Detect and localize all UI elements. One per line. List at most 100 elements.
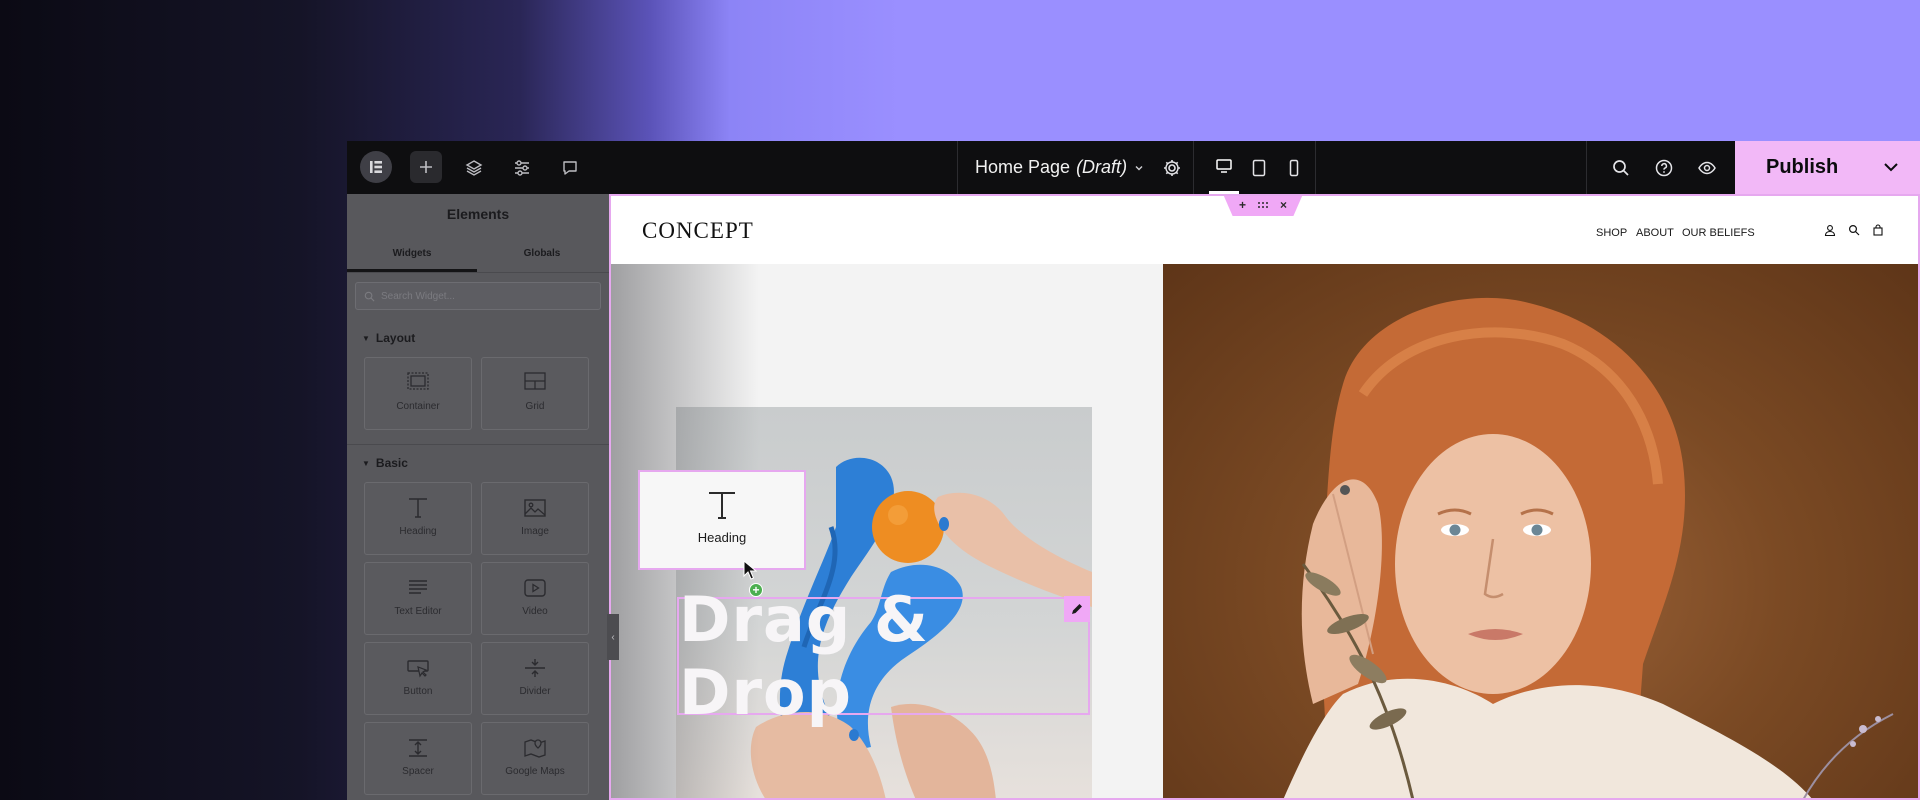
top-bar: Home Page (Draft) Publish xyxy=(347,141,1920,194)
eye-icon xyxy=(1698,161,1716,174)
widget-divider[interactable]: Divider xyxy=(481,642,589,715)
page-status: (Draft) xyxy=(1076,157,1128,177)
search-icon xyxy=(1613,159,1629,176)
sliders-icon xyxy=(515,159,529,176)
video-icon xyxy=(524,579,546,597)
button-icon xyxy=(407,660,429,678)
text-editor-icon xyxy=(409,580,427,594)
desktop-icon xyxy=(1216,159,1232,173)
divider xyxy=(957,141,958,194)
add-section-icon[interactable]: + xyxy=(1239,198,1246,212)
hero-portrait-image[interactable] xyxy=(1163,264,1920,800)
mobile-icon xyxy=(1289,159,1299,176)
widget-label: Container xyxy=(396,401,440,412)
widget-text-editor[interactable]: Text Editor xyxy=(364,562,472,635)
panel-title: Elements xyxy=(446,206,510,222)
search-icon[interactable] xyxy=(1848,224,1860,236)
widget-label: Text Editor xyxy=(394,606,442,617)
mouse-cursor-icon xyxy=(743,560,758,580)
elementor-logo-button[interactable] xyxy=(360,151,392,183)
caret-down-icon: ▼ xyxy=(362,458,370,468)
image-icon xyxy=(524,499,546,517)
editor-canvas[interactable]: CONCEPT SHOP ABOUT OUR BELIEFS + × Drag … xyxy=(609,194,1920,800)
heading-widget[interactable]: Drag & Drop xyxy=(677,583,1090,729)
delete-section-icon[interactable]: × xyxy=(1280,198,1287,212)
section-handle[interactable]: + × xyxy=(1223,194,1303,216)
comment-icon xyxy=(563,160,577,175)
mobile-view-button[interactable] xyxy=(1279,141,1309,194)
page-title-dropdown[interactable]: Home Page (Draft) xyxy=(975,141,1145,194)
widget-container[interactable]: Container xyxy=(364,357,472,430)
dragged-heading-widget[interactable]: Heading xyxy=(638,470,806,570)
nav-link-about[interactable]: ABOUT xyxy=(1636,227,1674,239)
edit-widget-button[interactable] xyxy=(1064,596,1090,622)
page-name: Home Page xyxy=(975,157,1071,177)
add-element-button[interactable] xyxy=(410,151,442,183)
desktop-view-button[interactable] xyxy=(1209,141,1239,194)
heading-icon xyxy=(409,498,427,518)
widget-search[interactable] xyxy=(355,282,601,310)
widget-video[interactable]: Video xyxy=(481,562,589,635)
divider xyxy=(347,444,609,445)
widget-label: Grid xyxy=(525,401,545,412)
chevron-left-icon: ‹ xyxy=(611,631,615,643)
layers-icon xyxy=(465,159,483,176)
publish-button[interactable]: Publish xyxy=(1735,141,1920,194)
widget-button[interactable]: Button xyxy=(364,642,472,715)
heading-text[interactable]: Drag & Drop xyxy=(679,583,1088,729)
widget-label: Heading xyxy=(399,526,437,537)
shopping-bag-icon[interactable] xyxy=(1872,224,1884,236)
user-icon[interactable] xyxy=(1824,224,1836,236)
caret-down-icon: ▼ xyxy=(362,333,370,343)
widget-grid[interactable]: Grid xyxy=(481,357,589,430)
search-input[interactable] xyxy=(381,290,581,302)
elementor-logo-icon xyxy=(370,161,382,173)
page-settings-button[interactable] xyxy=(1155,141,1189,194)
widget-spacer[interactable]: Spacer xyxy=(364,722,472,795)
search-button[interactable] xyxy=(1604,141,1638,194)
widget-label: Image xyxy=(521,526,549,537)
site-logo[interactable]: CONCEPT xyxy=(642,218,754,244)
site-settings-button[interactable] xyxy=(505,141,539,194)
drag-handle-icon[interactable] xyxy=(1257,201,1269,209)
widget-label: Button xyxy=(403,686,433,697)
divider-icon xyxy=(525,659,545,677)
widget-image[interactable]: Image xyxy=(481,482,589,555)
editor-window: Home Page (Draft) Publish Elements Widge… xyxy=(347,141,1920,800)
tab-globals[interactable]: Globals xyxy=(477,234,607,272)
widget-label: Divider xyxy=(519,686,551,697)
collapse-panel-button[interactable]: ‹ xyxy=(607,614,619,660)
section-layout-toggle[interactable]: ▼ Layout xyxy=(362,331,415,345)
chevron-down-icon[interactable] xyxy=(1881,157,1901,177)
section-basic-toggle[interactable]: ▼ Basic xyxy=(362,456,408,470)
divider xyxy=(1315,141,1316,194)
widget-google-maps[interactable]: Google Maps xyxy=(481,722,589,795)
pencil-icon xyxy=(1072,604,1082,614)
spacer-icon xyxy=(409,739,427,757)
chevron-down-icon xyxy=(1135,165,1143,170)
widget-heading[interactable]: Heading xyxy=(364,482,472,555)
preview-button[interactable] xyxy=(1690,141,1724,194)
plus-icon xyxy=(420,161,432,173)
portrait-photo xyxy=(1283,297,1894,800)
tablet-icon xyxy=(1252,159,1266,176)
tablet-view-button[interactable] xyxy=(1244,141,1274,194)
heading-icon xyxy=(709,492,735,519)
widget-label: Spacer xyxy=(402,766,434,777)
nav-link-shop[interactable]: SHOP xyxy=(1596,227,1627,239)
section-label: Layout xyxy=(375,331,416,345)
grid-icon xyxy=(524,372,546,390)
section-label: Basic xyxy=(375,456,408,470)
elements-panel: Elements Widgets Globals ▼ Layout Contai… xyxy=(347,194,609,800)
nav-link-our-beliefs[interactable]: OUR BELIEFS xyxy=(1682,227,1755,239)
divider xyxy=(1586,141,1587,194)
help-icon xyxy=(1655,159,1673,176)
search-icon xyxy=(364,291,375,301)
widget-label: Video xyxy=(522,606,548,617)
tab-widgets[interactable]: Widgets xyxy=(347,234,477,272)
help-button[interactable] xyxy=(1647,141,1681,194)
drop-indicator-plus-icon: + xyxy=(749,583,763,597)
structure-button[interactable] xyxy=(457,141,491,194)
publish-label: Publish xyxy=(1766,156,1839,178)
comments-button[interactable] xyxy=(553,141,587,194)
